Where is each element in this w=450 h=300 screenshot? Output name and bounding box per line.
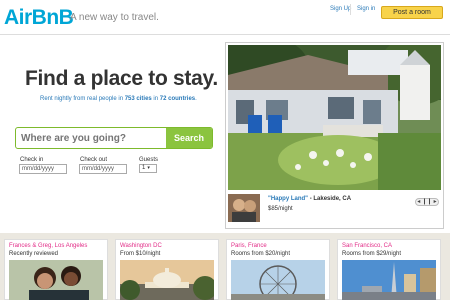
card-title[interactable]: Paris, France [231, 243, 267, 249]
page-headline: Find a place to stay. [25, 67, 218, 90]
checkin-label: Check in [20, 157, 44, 163]
capitol-photo [120, 260, 214, 300]
listing-caption: "Happy Land" - Lakeside, CA $85/night ◂ … [226, 192, 443, 228]
ferris-wheel-photo [231, 260, 325, 300]
top-bar: AirBnB A new way to travel. Sign Up Sign… [0, 0, 450, 35]
card-subtitle: From $10/night [120, 251, 161, 257]
destination-card-paris[interactable]: Paris, France Rooms from $20/night [226, 239, 330, 300]
card-subtitle: Recently reviewed [9, 251, 59, 257]
subline-mid: in [151, 96, 160, 102]
house-photo [228, 45, 441, 190]
post-room-button[interactable]: Post a room [381, 6, 443, 19]
card-image[interactable] [120, 260, 214, 300]
checkout-field[interactable]: mm/dd/yyyy [79, 164, 127, 174]
card-subtitle: Rooms from $20/night [231, 251, 291, 257]
card-image[interactable] [231, 260, 325, 300]
search-bar: Search [15, 127, 213, 149]
destination-card-san-francisco[interactable]: San Francisco, CA Rooms from $29/night [337, 239, 441, 300]
signin-link[interactable]: Sign in [357, 6, 375, 12]
guests-value: 1 [142, 165, 146, 171]
card-image[interactable] [342, 260, 436, 300]
city-skyline-photo [342, 260, 436, 300]
card-title[interactable]: Frances & Greg, Los Angeles [9, 243, 87, 249]
checkout-label: Check out [80, 157, 108, 163]
chevron-down-icon: ▾ [147, 165, 150, 171]
listing-title: "Happy Land" - Lakeside, CA [268, 196, 351, 202]
host-photo [228, 194, 260, 222]
subline-prefix: Rent nightly from real people in [40, 96, 125, 102]
featured-listing[interactable]: "Happy Land" - Lakeside, CA $85/night ◂ … [225, 42, 444, 229]
checkin-field[interactable]: mm/dd/yyyy [19, 164, 67, 174]
subline-suffix: . [195, 96, 197, 102]
card-subtitle: Rooms from $29/night [342, 251, 402, 257]
listing-location: - Lakeside, CA [308, 196, 352, 202]
destination-card-washington[interactable]: Washington DC From $10/night [115, 239, 219, 300]
card-image[interactable] [9, 260, 103, 300]
search-button[interactable]: Search [166, 128, 212, 148]
listing-price: $85/night [268, 206, 293, 212]
card-title[interactable]: Washington DC [120, 243, 162, 249]
destination-card-los-angeles[interactable]: Frances & Greg, Los Angeles Recently rev… [4, 239, 108, 300]
slideshow-controls[interactable]: ◂ ❙❙ ▸ [415, 198, 439, 206]
card-title[interactable]: San Francisco, CA [342, 243, 392, 249]
featured-listing-photo[interactable] [228, 45, 441, 190]
city-count[interactable]: 753 cities [125, 96, 152, 102]
country-count[interactable]: 72 countries [160, 96, 195, 102]
host-thumbnail[interactable] [228, 194, 260, 222]
header-divider [350, 4, 351, 15]
destination-search-input[interactable] [17, 129, 167, 147]
couple-photo [9, 260, 103, 300]
guests-select[interactable]: 1 ▾ [139, 164, 157, 173]
listing-name[interactable]: "Happy Land" [268, 196, 308, 202]
guests-label: Guests [139, 157, 159, 163]
tagline: A new way to travel. [70, 12, 159, 23]
airbnb-logo[interactable]: AirBnB [4, 6, 74, 30]
signup-link[interactable]: Sign Up [330, 6, 351, 12]
hero-subline: Rent nightly from real people in 753 cit… [40, 96, 197, 102]
